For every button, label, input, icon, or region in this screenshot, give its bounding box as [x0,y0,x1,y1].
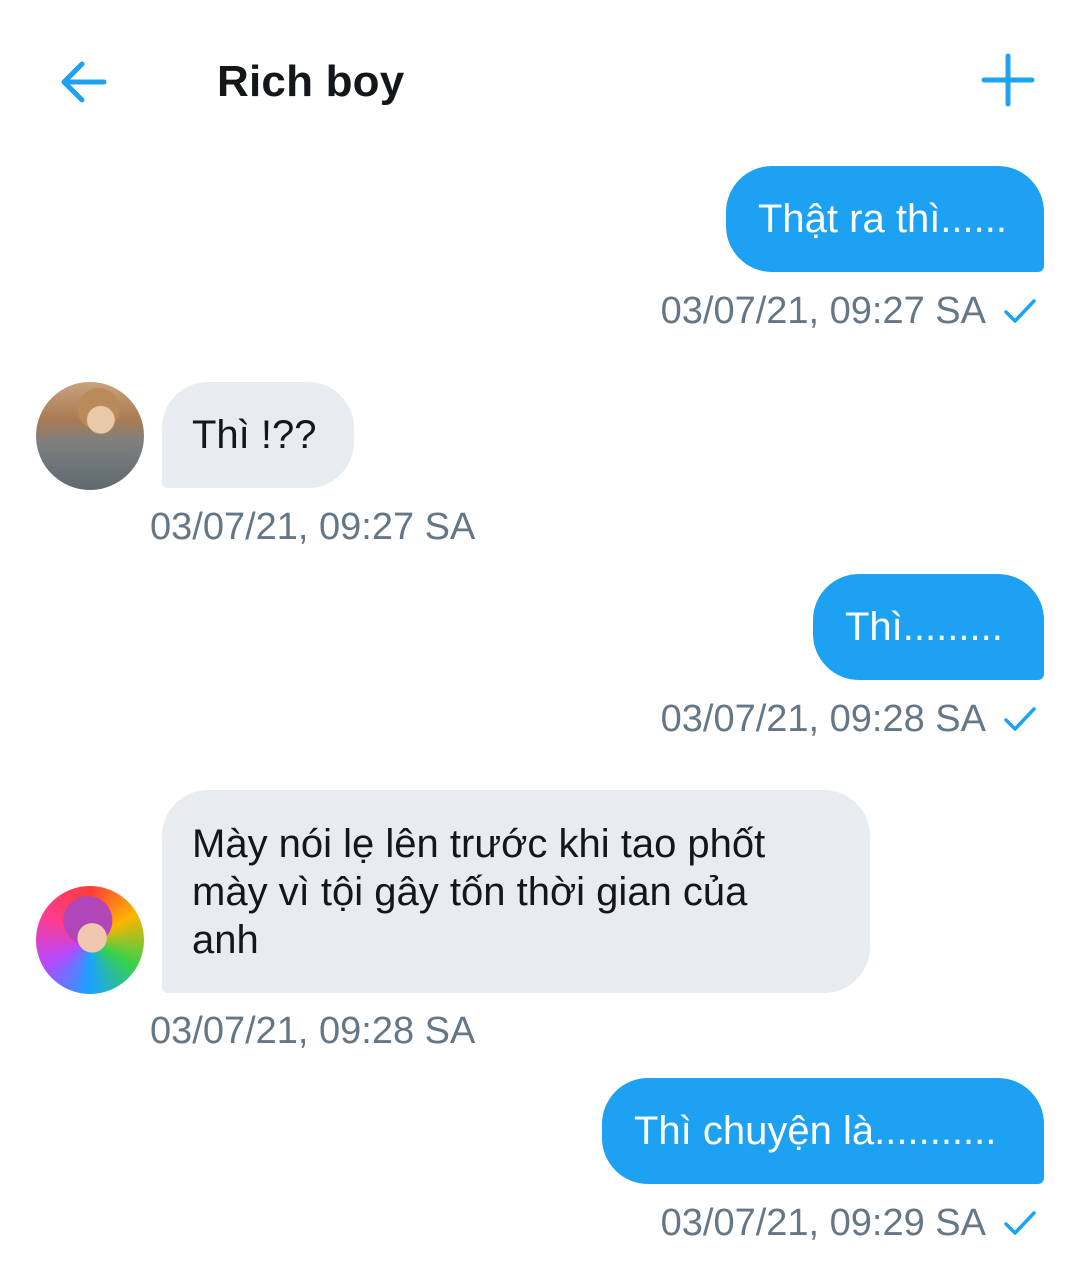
message-text-line: mày vì tội gây tốn thời gian của [192,870,748,914]
checkmark-icon [1002,704,1038,734]
conversation-header: Rich boy [0,0,1080,160]
message-text: Thật ra thì...... [758,197,1007,241]
message-text: Thì......... [845,605,1003,649]
add-button[interactable] [974,46,1042,114]
message-text: Thì !?? [192,413,317,457]
incoming-message-bubble[interactable]: Mày nói lẹ lên trước khi tao phốt mày vì… [162,790,870,993]
message-timestamp: 03/07/21, 09:29 SA [660,1202,986,1244]
message-text: Thì chuyện là........... [634,1109,997,1153]
outgoing-message-bubble[interactable]: Thật ra thì...... [726,166,1044,272]
checkmark-icon [1002,1208,1038,1238]
message-meta: 03/07/21, 09:29 SA [661,1200,1038,1246]
checkmark-icon [1002,296,1038,326]
message-timestamp: 03/07/21, 09:28 SA [150,1010,476,1052]
contact-avatar[interactable] [36,886,144,994]
message-meta: 03/07/21, 09:28 SA [661,696,1038,742]
arrow-left-icon [61,61,107,103]
message-timestamp: 03/07/21, 09:28 SA [660,698,986,740]
contact-avatar[interactable] [36,382,144,490]
incoming-message-bubble[interactable]: Thì !?? [162,382,354,488]
plus-icon [981,53,1035,107]
message-text-line: anh [192,918,259,962]
message-meta: 03/07/21, 09:27 SA [661,288,1038,334]
outgoing-message-bubble[interactable]: Thì chuyện là........... [602,1078,1044,1184]
outgoing-message-bubble[interactable]: Thì......... [813,574,1044,680]
message-text-line: Mày nói lẹ lên trước khi tao phốt [192,822,766,866]
message-timestamp: 03/07/21, 09:27 SA [150,506,476,548]
conversation-title[interactable]: Rich boy [217,54,404,110]
message-timestamp: 03/07/21, 09:27 SA [660,290,986,332]
back-button[interactable] [52,50,116,114]
